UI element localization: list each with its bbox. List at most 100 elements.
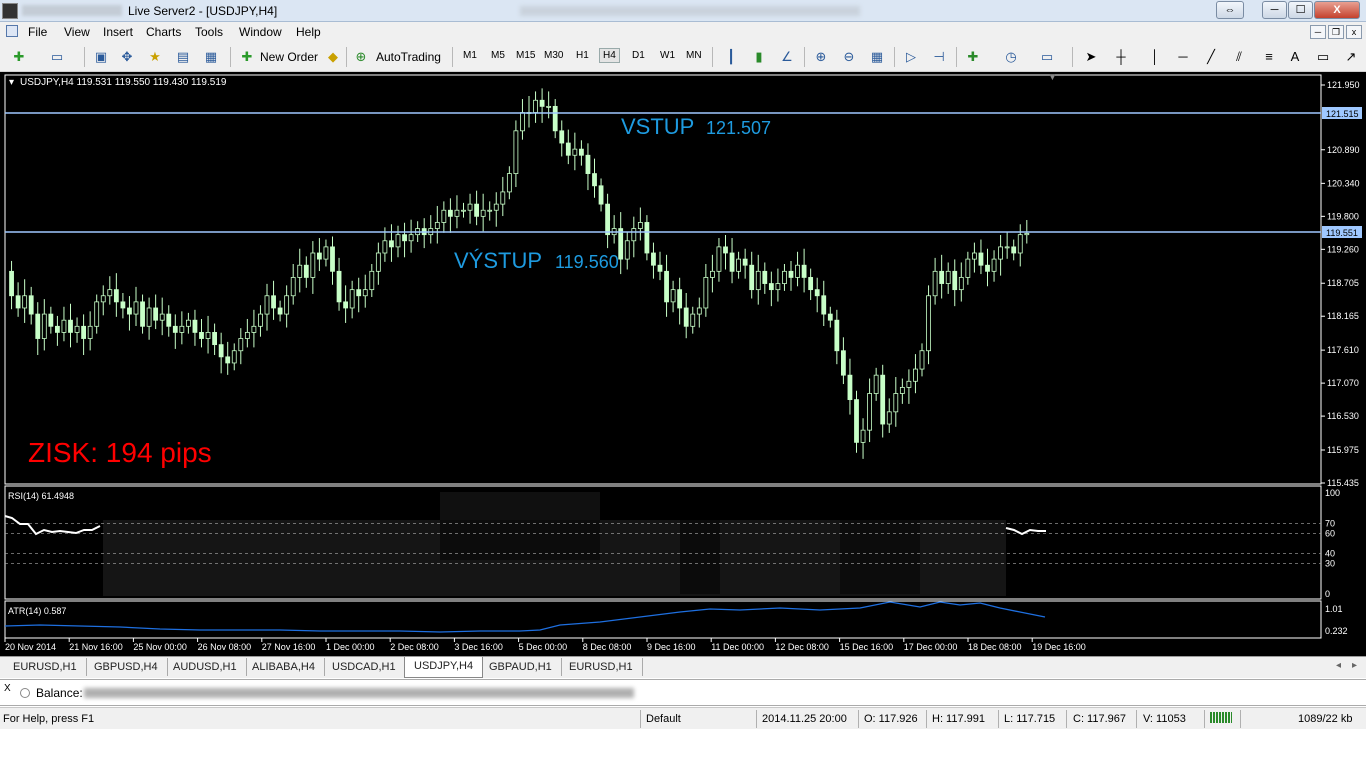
candle-body bbox=[290, 277, 296, 297]
timeframe-h1[interactable]: H1 bbox=[576, 50, 589, 61]
navigator-icon[interactable]: ★ bbox=[146, 48, 164, 66]
horizontal-line-icon[interactable]: ─ bbox=[1174, 48, 1192, 66]
chart-window-icon[interactable] bbox=[6, 25, 18, 37]
candle-body bbox=[572, 148, 578, 156]
meta-editor-icon[interactable]: ◆ bbox=[324, 48, 342, 66]
vertical-line-icon[interactable]: │ bbox=[1146, 48, 1164, 66]
candle-body bbox=[127, 307, 132, 315]
status-help: For Help, press F1 bbox=[3, 713, 95, 725]
text-tool-icon[interactable]: A bbox=[1286, 48, 1304, 66]
time-tick-label: 18 Dec 08:00 bbox=[968, 642, 1022, 652]
candle-body bbox=[998, 246, 1003, 260]
minimize-button[interactable]: ─ bbox=[1262, 1, 1287, 19]
new-order-icon[interactable]: ✚ bbox=[238, 48, 256, 66]
time-tick-label: 3 Dec 16:00 bbox=[454, 642, 503, 652]
mdi-close-button[interactable]: x bbox=[1346, 25, 1362, 39]
cursor-icon[interactable]: ➤ bbox=[1082, 48, 1100, 66]
terminal-icon[interactable]: ▤ bbox=[174, 48, 192, 66]
data-window-icon[interactable]: ✥ bbox=[118, 48, 136, 66]
candle-body bbox=[28, 295, 34, 315]
chart-shift-icon[interactable]: ⊣ bbox=[930, 48, 948, 66]
timeframe-m1[interactable]: M1 bbox=[463, 50, 477, 61]
bar-chart-icon[interactable]: ┃ bbox=[722, 48, 740, 66]
crosshair-icon[interactable]: ┼ bbox=[1112, 48, 1130, 66]
timeframe-m5[interactable]: M5 bbox=[491, 50, 505, 61]
timeframe-h4[interactable]: H4 bbox=[599, 48, 620, 63]
candle-body bbox=[782, 270, 787, 284]
candle-body bbox=[723, 246, 728, 254]
indicators-icon[interactable]: ✚ bbox=[964, 48, 982, 66]
balance-label: Balance: bbox=[36, 686, 83, 700]
auto-scroll-icon[interactable]: ▷ bbox=[902, 48, 920, 66]
candle-body bbox=[94, 301, 100, 327]
menu-tools[interactable]: Tools bbox=[195, 25, 223, 39]
tab-usdcad-h1[interactable]: USDCAD,H1 bbox=[323, 658, 406, 676]
price-tick-label: 115.975 bbox=[1327, 445, 1359, 455]
menu-view[interactable]: View bbox=[64, 25, 90, 39]
maximize-button[interactable]: ☐ bbox=[1288, 1, 1313, 19]
tile-windows-icon[interactable]: ▦ bbox=[868, 48, 886, 66]
candle-body bbox=[749, 264, 755, 291]
line-chart-icon[interactable]: ∠ bbox=[778, 48, 796, 66]
timeframe-mn[interactable]: MN bbox=[686, 50, 702, 61]
title-bar: Live Server2 - [USDJPY,H4] ⇔ ─ ☐ X bbox=[0, 0, 1366, 22]
periods-icon[interactable]: ◷ bbox=[1002, 48, 1020, 66]
new-order-button[interactable]: New Order bbox=[256, 47, 322, 68]
chart-shift-marker-icon[interactable]: ▼ bbox=[1048, 72, 1057, 82]
tab-eurusd-h1-2[interactable]: EURUSD,H1 bbox=[560, 658, 643, 676]
equidistant-channel-icon[interactable]: ⫽ bbox=[1230, 48, 1248, 66]
profiles-icon[interactable]: ▭ bbox=[48, 48, 66, 66]
timeframe-m30[interactable]: M30 bbox=[544, 50, 563, 61]
candlestick-icon[interactable]: ▮ bbox=[750, 48, 768, 66]
candle-body bbox=[539, 99, 545, 107]
text-label-icon[interactable]: ▭ bbox=[1314, 48, 1332, 66]
zoom-in-icon[interactable]: ⊕ bbox=[812, 48, 830, 66]
candle-body bbox=[880, 374, 886, 425]
autotrading-icon[interactable]: ⊕ bbox=[352, 48, 370, 66]
restore-window-button[interactable]: ⇔ bbox=[1216, 1, 1244, 19]
fibonacci-icon[interactable]: ≡ bbox=[1260, 48, 1278, 66]
autotrading-button[interactable]: AutoTrading bbox=[372, 47, 445, 68]
terminal-close-icon[interactable]: X bbox=[4, 683, 11, 694]
rsi-tick-label: 100 bbox=[1325, 488, 1340, 498]
candle-body bbox=[618, 228, 624, 260]
price-tick-label: 117.610 bbox=[1327, 345, 1359, 355]
close-button[interactable]: X bbox=[1314, 1, 1360, 19]
tabs-scroll-right-icon[interactable]: ▸ bbox=[1352, 660, 1357, 671]
tab-usdjpy-h4[interactable]: USDJPY,H4 bbox=[404, 657, 484, 678]
timeframe-m15[interactable]: M15 bbox=[516, 50, 535, 61]
market-watch-icon[interactable]: ▣ bbox=[92, 48, 110, 66]
price-chart-canvas[interactable]: 100 7060 4030 0 1.01 0.232 121.950 120.890 120.… bbox=[0, 72, 1366, 656]
tab-audusd-h1[interactable]: AUDUSD,H1 bbox=[164, 658, 247, 676]
arrows-icon[interactable]: ↗ bbox=[1342, 48, 1360, 66]
tab-eurusd-h1[interactable]: EURUSD,H1 bbox=[4, 658, 87, 676]
tab-alibaba-h4[interactable]: ALIBABA,H4 bbox=[243, 658, 325, 676]
candle-body bbox=[487, 209, 493, 212]
candle-body bbox=[919, 350, 925, 370]
tabs-scroll-left-icon[interactable]: ◂ bbox=[1336, 660, 1341, 671]
chart-window[interactable]: 100 70 60 40 30 0 1.01 0.232 121.950 120.890 120.… bbox=[0, 72, 1366, 656]
menu-help[interactable]: Help bbox=[296, 25, 321, 39]
menu-insert[interactable]: Insert bbox=[103, 25, 133, 39]
timeframe-w1[interactable]: W1 bbox=[660, 50, 675, 61]
tab-gbpaud-h1[interactable]: GBPAUD,H1 bbox=[480, 658, 562, 676]
status-close: C: 117.967 bbox=[1073, 713, 1127, 725]
mdi-minimize-button[interactable]: ─ bbox=[1310, 25, 1326, 39]
new-chart-icon[interactable]: ✚ bbox=[10, 48, 28, 66]
menu-file[interactable]: File bbox=[28, 25, 47, 39]
candle-body bbox=[9, 270, 14, 297]
candle-body bbox=[690, 313, 696, 327]
candle-body bbox=[762, 270, 768, 284]
menu-window[interactable]: Window bbox=[239, 25, 282, 39]
mdi-restore-button[interactable]: ❐ bbox=[1328, 25, 1344, 39]
timeframe-d1[interactable]: D1 bbox=[632, 50, 645, 61]
zoom-out-icon[interactable]: ⊖ bbox=[840, 48, 858, 66]
strategy-tester-icon[interactable]: ▦ bbox=[202, 48, 220, 66]
chart-collapse-arrow[interactable]: ▾ bbox=[9, 77, 14, 88]
tab-gbpusd-h4[interactable]: GBPUSD,H4 bbox=[85, 658, 168, 676]
rsi-obscured-area bbox=[103, 492, 1006, 596]
menu-charts[interactable]: Charts bbox=[146, 25, 181, 39]
templates-icon[interactable]: ▭ bbox=[1038, 48, 1056, 66]
trendline-icon[interactable]: ╱ bbox=[1202, 48, 1220, 66]
candle-body bbox=[520, 112, 525, 132]
